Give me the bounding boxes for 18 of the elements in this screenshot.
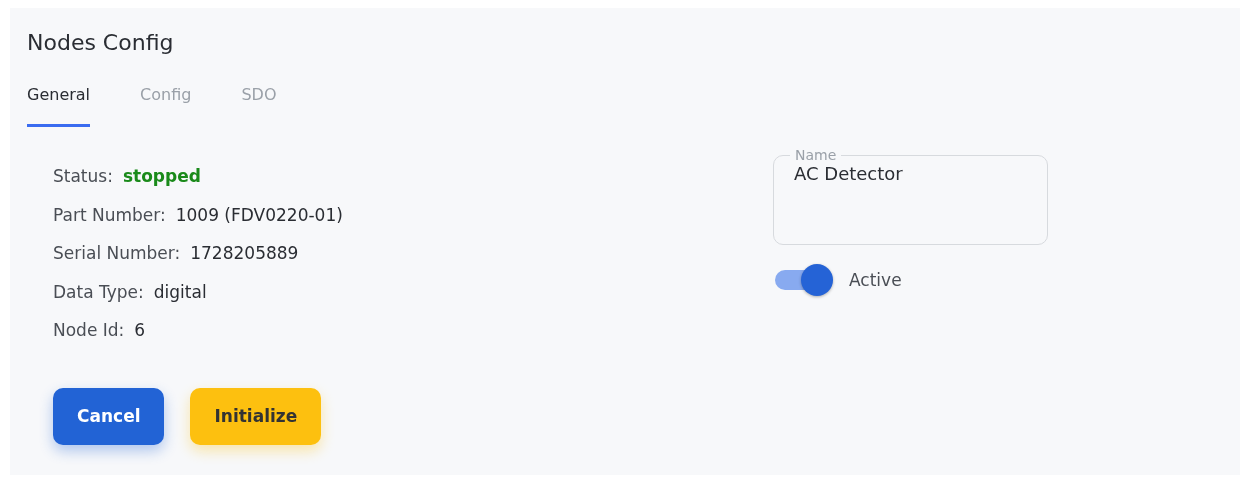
- detail-value: digital: [153, 281, 207, 302]
- detail-label: Part Number:: [53, 204, 166, 225]
- field-label: Name: [794, 147, 838, 163]
- active-toggle[interactable]: [773, 263, 835, 297]
- cancel-button[interactable]: Cancel: [53, 387, 165, 445]
- detail-label: Node Id:: [53, 320, 125, 341]
- detail-value: 6: [134, 320, 146, 341]
- name-input[interactable]: AC Detector: [794, 163, 1027, 184]
- initialize-button[interactable]: Initialize: [190, 387, 322, 445]
- detail-value: 1009 (FDV0220-01): [175, 204, 343, 225]
- detail-label: Serial Number:: [53, 243, 181, 264]
- toggle-label: Active: [849, 270, 902, 290]
- page-title: Nodes Config: [27, 30, 175, 55]
- tab[interactable]: General: [27, 85, 91, 127]
- detail-label: Status:: [53, 166, 113, 187]
- detail-value: stopped: [122, 166, 201, 187]
- detail-label: Data Type:: [53, 281, 144, 302]
- detail-value: 1728205889: [190, 243, 299, 264]
